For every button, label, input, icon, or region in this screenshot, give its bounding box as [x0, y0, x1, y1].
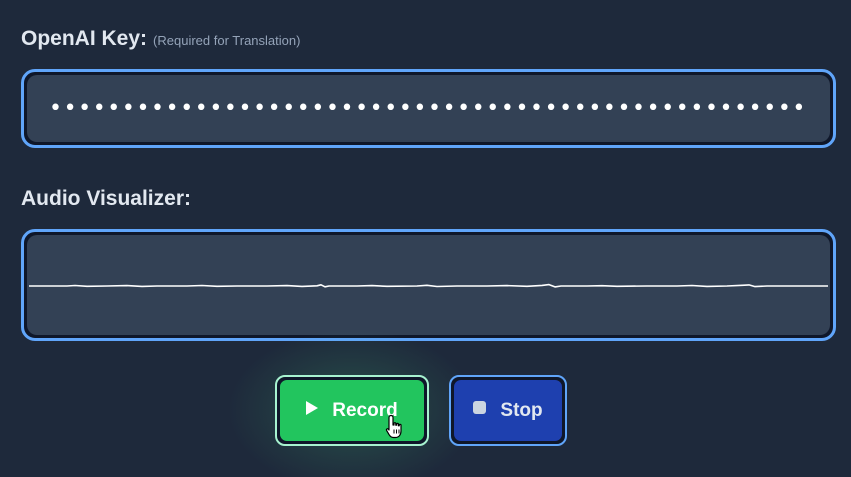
waveform-line	[29, 283, 828, 288]
audio-visualizer	[21, 229, 836, 341]
record-button[interactable]: Record	[275, 375, 429, 446]
visualizer-label-row: Audio Visualizer:	[21, 187, 191, 211]
stop-button[interactable]: Stop	[449, 375, 567, 446]
waveform	[29, 283, 828, 288]
play-icon	[306, 400, 319, 415]
api-key-label: OpenAI Key:	[21, 27, 148, 50]
app-page: OpenAI Key: (Required for Translation) •…	[0, 0, 851, 477]
hand-pointer-icon	[385, 414, 402, 439]
stop-button-label: Stop	[500, 399, 543, 421]
api-key-masked-value[interactable]: ••••••••••••••••••••••••••••••••••••••••…	[27, 75, 830, 142]
stop-button-face[interactable]: Stop	[454, 380, 562, 441]
api-key-hint: (Required for Translation)	[153, 33, 301, 48]
stop-icon	[473, 401, 487, 414]
visualizer-label: Audio Visualizer:	[21, 187, 191, 210]
api-key-label-row: OpenAI Key: (Required for Translation)	[21, 27, 300, 51]
audio-visualizer-canvas	[27, 235, 830, 335]
api-key-input[interactable]: ••••••••••••••••••••••••••••••••••••••••…	[21, 69, 836, 148]
